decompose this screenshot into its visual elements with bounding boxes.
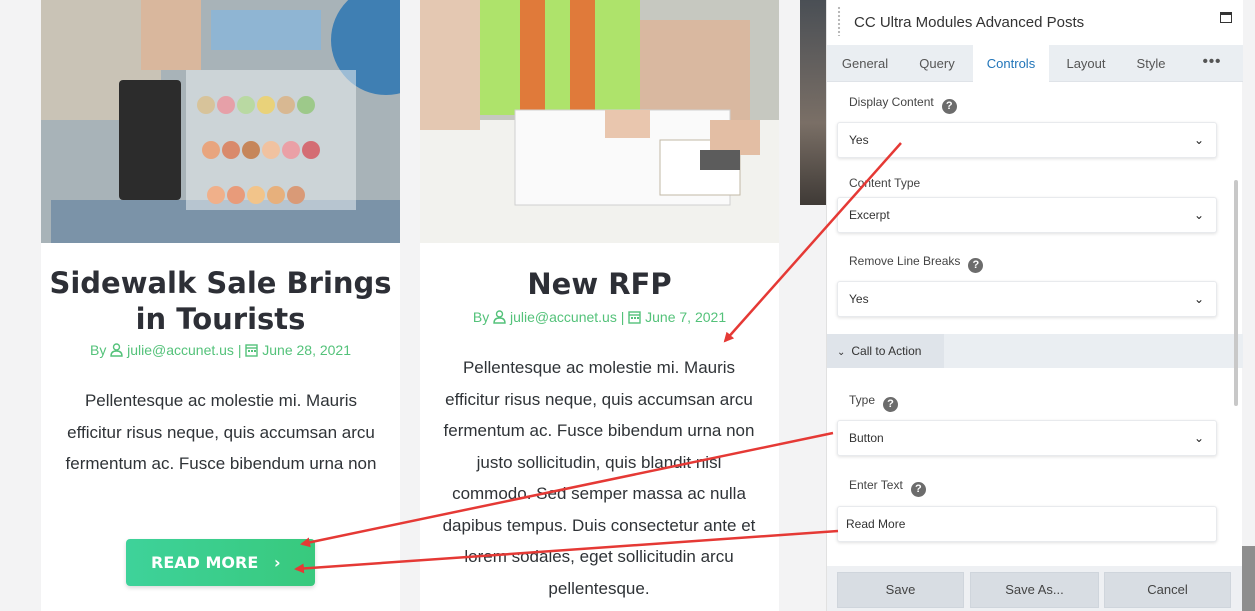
post-card-2: New RFP By julie@accunet.us | June 7, 20… [420, 0, 779, 611]
meta-author[interactable]: julie@accunet.us [510, 309, 617, 325]
cancel-button[interactable]: Cancel [1104, 572, 1231, 608]
help-icon[interactable]: ? [910, 482, 926, 497]
meta-separator: | [237, 342, 242, 358]
save-as-button[interactable]: Save As... [970, 572, 1099, 608]
module-settings-panel: CC Ultra Modules Advanced Posts General … [826, 0, 1243, 611]
post-card-1: Sidewalk Sale Brings in Tourists By juli… [41, 0, 400, 611]
post-meta: By julie@accunet.us | June 28, 2021 [41, 342, 400, 358]
enter-text-label-text: Enter Text [849, 478, 903, 492]
section-toggle-call-to-action[interactable]: ⌄ Call to Action [827, 334, 944, 368]
display-content-value: Yes [849, 133, 869, 147]
cta-type-value: Button [849, 431, 884, 445]
meta-separator: | [620, 309, 625, 325]
content-type-label-text: Content Type [849, 176, 921, 190]
chevron-down-icon: ⌄ [1193, 208, 1204, 222]
read-more-button[interactable]: READ MORE › [126, 539, 315, 586]
content-type-value: Excerpt [849, 208, 890, 222]
post-excerpt: Pellentesque ac molestie mi. Mauris effi… [442, 358, 756, 598]
panel-title: CC Ultra Modules Advanced Posts [854, 14, 1085, 31]
panel-tabs: General Query Controls Layout Style ••• [827, 45, 1243, 82]
panel-header[interactable]: CC Ultra Modules Advanced Posts [827, 0, 1243, 45]
user-icon [110, 343, 123, 357]
meta-date[interactable]: June 7, 2021 [645, 309, 726, 325]
content-type-label: Content Type [849, 176, 920, 190]
chevron-down-icon: ⌄ [1193, 431, 1204, 445]
meta-author[interactable]: julie@accunet.us [127, 342, 234, 358]
tab-general[interactable]: General [829, 45, 901, 82]
meta-by: By [472, 309, 490, 325]
panel-scrollbar[interactable] [1234, 180, 1238, 406]
display-content-label-text: Display Content [849, 95, 934, 109]
user-icon [493, 310, 506, 324]
tab-layout[interactable]: Layout [1051, 45, 1121, 82]
page: Sidewalk Sale Brings in Tourists By juli… [0, 0, 1255, 611]
chevron-right-icon: › [274, 553, 281, 572]
cta-text-input[interactable]: Read More [837, 506, 1217, 542]
content-type-select[interactable]: Excerpt ⌄ [837, 197, 1217, 233]
display-content-label: Display Content? [849, 95, 957, 114]
chevron-down-icon: ⌄ [1193, 292, 1204, 306]
maximize-icon[interactable] [1220, 12, 1232, 23]
section-title: Call to Action [851, 344, 922, 358]
tab-controls[interactable]: Controls [973, 45, 1049, 82]
remove-line-breaks-select[interactable]: Yes ⌄ [837, 281, 1217, 317]
calendar-icon [245, 343, 259, 357]
tab-style[interactable]: Style [1123, 45, 1179, 82]
remove-line-breaks-label-text: Remove Line Breaks [849, 254, 961, 268]
post-title[interactable]: New RFP [420, 266, 779, 302]
post-image-macarons[interactable] [41, 0, 400, 243]
display-content-select[interactable]: Yes ⌄ [837, 122, 1217, 158]
cta-type-select[interactable]: Button ⌄ [837, 420, 1217, 456]
drag-handle-icon[interactable] [837, 6, 841, 36]
read-more-label: READ MORE [151, 553, 259, 572]
post-meta: By julie@accunet.us | June 7, 2021 [420, 309, 779, 325]
chevron-down-icon: ⌄ [837, 347, 846, 358]
cta-text-value: Read More [846, 517, 906, 531]
tab-query[interactable]: Query [903, 45, 971, 82]
help-icon[interactable]: ? [883, 397, 899, 412]
calendar-icon [628, 310, 641, 324]
post-title[interactable]: Sidewalk Sale Brings in Tourists [41, 265, 400, 337]
help-icon[interactable]: ? [968, 258, 984, 273]
type-label-text: Type [849, 393, 876, 407]
save-button[interactable]: Save [837, 572, 964, 608]
meta-date[interactable]: June 28, 2021 [262, 342, 351, 358]
help-icon[interactable]: ? [941, 99, 957, 114]
call-to-action-section: ⌄ Call to Action [827, 334, 1243, 368]
page-scrollbar[interactable] [1242, 546, 1255, 611]
meta-by: By [89, 342, 107, 358]
post-excerpt: Pellentesque ac molestie mi. Mauris effi… [65, 391, 377, 473]
remove-line-breaks-label: Remove Line Breaks? [849, 254, 984, 273]
post-image-clipboard[interactable] [420, 0, 779, 243]
remove-line-breaks-value: Yes [849, 292, 869, 306]
enter-text-label: Enter Text? [849, 478, 926, 497]
panel-footer: Save Save As... Cancel [827, 566, 1243, 611]
more-tabs-icon[interactable]: ••• [1187, 45, 1237, 82]
type-label: Type? [849, 393, 899, 412]
chevron-down-icon: ⌄ [1193, 133, 1204, 147]
